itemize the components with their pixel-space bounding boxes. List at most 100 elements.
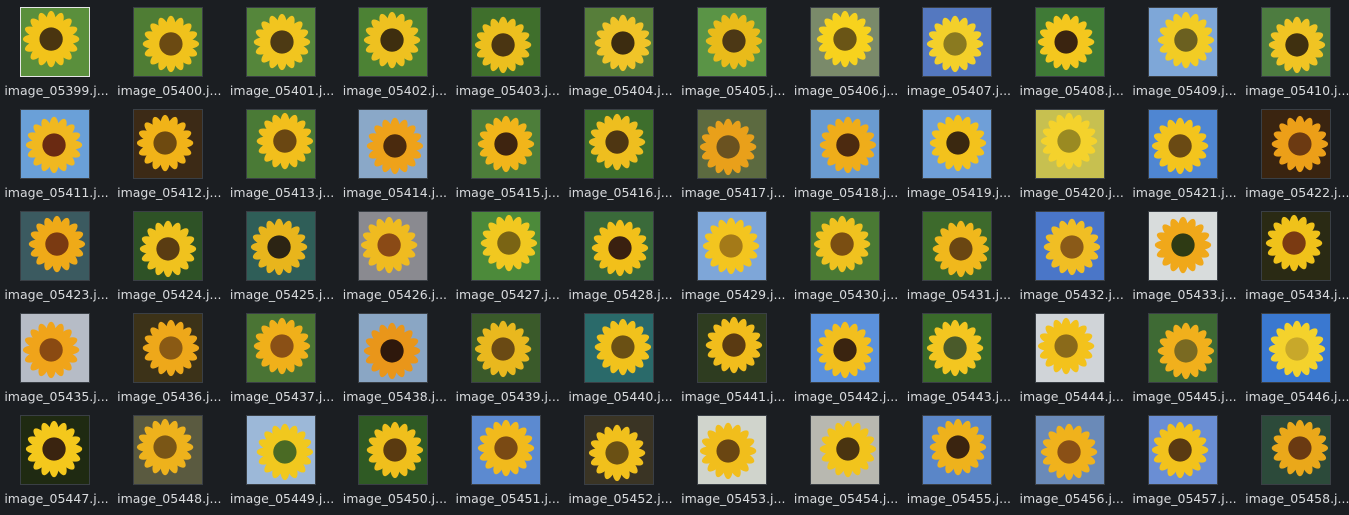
sunflower-thumbnail-icon [584, 109, 654, 179]
file-name-label: image_05439.j... [455, 389, 560, 404]
file-item[interactable]: image_05437.j... [226, 306, 339, 408]
file-item[interactable]: image_05436.j... [113, 306, 226, 408]
file-item[interactable]: image_05422.j... [1241, 102, 1349, 204]
file-item[interactable]: image_05427.j... [451, 204, 564, 306]
file-item[interactable]: image_05403.j... [451, 0, 564, 102]
file-grid: image_05399.j... image_05400.j... image_05… [0, 0, 1349, 515]
file-item[interactable]: image_05399.j... [0, 0, 113, 102]
file-item[interactable]: image_05449.j... [226, 408, 339, 510]
sunflower-thumbnail-icon [809, 415, 880, 485]
file-item[interactable]: image_05418.j... [790, 102, 903, 204]
file-item[interactable]: image_05424.j... [113, 204, 226, 306]
file-item[interactable]: image_05430.j... [790, 204, 903, 306]
sunflower-thumbnail-icon [1148, 211, 1218, 281]
sunflower-thumbnail-icon [20, 415, 90, 485]
sunflower-thumbnail-icon [922, 211, 993, 281]
file-item[interactable]: image_05456.j... [1015, 408, 1128, 510]
file-item[interactable]: image_05408.j... [1015, 0, 1128, 102]
file-name-label: image_05438.j... [342, 389, 448, 404]
sunflower-thumbnail-icon [471, 313, 542, 383]
file-name-label: image_05433.j... [1132, 287, 1237, 302]
file-item[interactable]: image_05455.j... [902, 408, 1015, 510]
sunflower-thumbnail-icon [1148, 7, 1218, 77]
file-item[interactable]: image_05444.j... [1015, 306, 1128, 408]
file-name-label: image_05418.j... [793, 185, 899, 200]
sunflower-thumbnail-icon [696, 313, 767, 383]
file-item[interactable]: image_05453.j... [677, 408, 790, 510]
sunflower-thumbnail-icon [1035, 7, 1106, 77]
sunflower-thumbnail-icon [696, 211, 767, 281]
file-item[interactable]: image_05416.j... [564, 102, 677, 204]
file-item[interactable]: image_05405.j... [677, 0, 790, 102]
file-name-label: image_05411.j... [4, 185, 109, 200]
file-item[interactable]: image_05428.j... [564, 204, 677, 306]
file-item[interactable]: image_05438.j... [338, 306, 451, 408]
file-item[interactable]: image_05409.j... [1128, 0, 1241, 102]
file-item[interactable]: image_05429.j... [677, 204, 790, 306]
file-item[interactable]: image_05432.j... [1015, 204, 1128, 306]
file-item[interactable]: image_05458.j... [1241, 408, 1349, 510]
file-name-label: image_05443.j... [906, 389, 1012, 404]
file-item[interactable]: image_05419.j... [902, 102, 1015, 204]
sunflower-thumbnail-icon [1260, 415, 1331, 485]
file-item[interactable]: image_05404.j... [564, 0, 677, 102]
file-item[interactable]: image_05433.j... [1128, 204, 1241, 306]
sunflower-thumbnail-icon [584, 7, 654, 77]
file-item[interactable]: image_05421.j... [1128, 102, 1241, 204]
file-name-label: image_05402.j... [342, 83, 448, 98]
file-item[interactable]: image_05439.j... [451, 306, 564, 408]
file-name-label: image_05408.j... [1019, 83, 1124, 98]
file-item[interactable]: image_05410.j... [1241, 0, 1349, 102]
file-item[interactable]: image_05445.j... [1128, 306, 1241, 408]
sunflower-thumbnail-icon [922, 7, 993, 77]
file-item[interactable]: image_05401.j... [226, 0, 339, 102]
file-item[interactable]: image_05440.j... [564, 306, 677, 408]
sunflower-thumbnail-icon [132, 211, 203, 281]
sunflower-thumbnail-icon [1148, 109, 1218, 179]
sunflower-thumbnail-icon [1035, 109, 1106, 179]
file-item[interactable]: image_05425.j... [226, 204, 339, 306]
file-item[interactable]: image_05442.j... [790, 306, 903, 408]
sunflower-thumbnail-icon [809, 109, 880, 179]
sunflower-thumbnail-icon [245, 313, 316, 383]
file-item[interactable]: image_05454.j... [790, 408, 903, 510]
file-item[interactable]: image_05451.j... [451, 408, 564, 510]
file-item[interactable]: image_05420.j... [1015, 102, 1128, 204]
sunflower-thumbnail-icon [20, 109, 90, 179]
file-item[interactable]: image_05415.j... [451, 102, 564, 204]
file-name-label: image_05440.j... [568, 389, 673, 404]
sunflower-thumbnail-icon [20, 7, 90, 77]
file-item[interactable]: image_05407.j... [902, 0, 1015, 102]
file-name-label: image_05446.j... [1245, 389, 1349, 404]
file-item[interactable]: image_05412.j... [113, 102, 226, 204]
file-item[interactable]: image_05426.j... [338, 204, 451, 306]
file-item[interactable]: image_05413.j... [226, 102, 339, 204]
file-name-label: image_05449.j... [229, 491, 335, 506]
sunflower-thumbnail-icon [245, 211, 316, 281]
file-item[interactable]: image_05441.j... [677, 306, 790, 408]
file-name-label: image_05399.j... [4, 83, 109, 98]
file-item[interactable]: image_05450.j... [338, 408, 451, 510]
file-name-label: image_05441.j... [681, 389, 786, 404]
file-item[interactable]: image_05457.j... [1128, 408, 1241, 510]
file-item[interactable]: image_05417.j... [677, 102, 790, 204]
file-item[interactable]: image_05402.j... [338, 0, 451, 102]
file-name-label: image_05456.j... [1019, 491, 1124, 506]
file-item[interactable]: image_05452.j... [564, 408, 677, 510]
sunflower-thumbnail-icon [696, 415, 767, 485]
file-item[interactable]: image_05411.j... [0, 102, 113, 204]
file-item[interactable]: image_05443.j... [902, 306, 1015, 408]
file-item[interactable]: image_05446.j... [1241, 306, 1349, 408]
file-item[interactable]: image_05447.j... [0, 408, 113, 510]
file-name-label: image_05419.j... [906, 185, 1012, 200]
file-item[interactable]: image_05423.j... [0, 204, 113, 306]
file-item[interactable]: image_05431.j... [902, 204, 1015, 306]
file-item[interactable]: image_05406.j... [790, 0, 903, 102]
file-item[interactable]: image_05435.j... [0, 306, 113, 408]
file-item[interactable]: image_05414.j... [338, 102, 451, 204]
file-name-label: image_05429.j... [681, 287, 786, 302]
file-item[interactable]: image_05434.j... [1241, 204, 1349, 306]
file-item[interactable]: image_05400.j... [113, 0, 226, 102]
file-item[interactable]: image_05448.j... [113, 408, 226, 510]
sunflower-thumbnail-icon [245, 7, 316, 77]
